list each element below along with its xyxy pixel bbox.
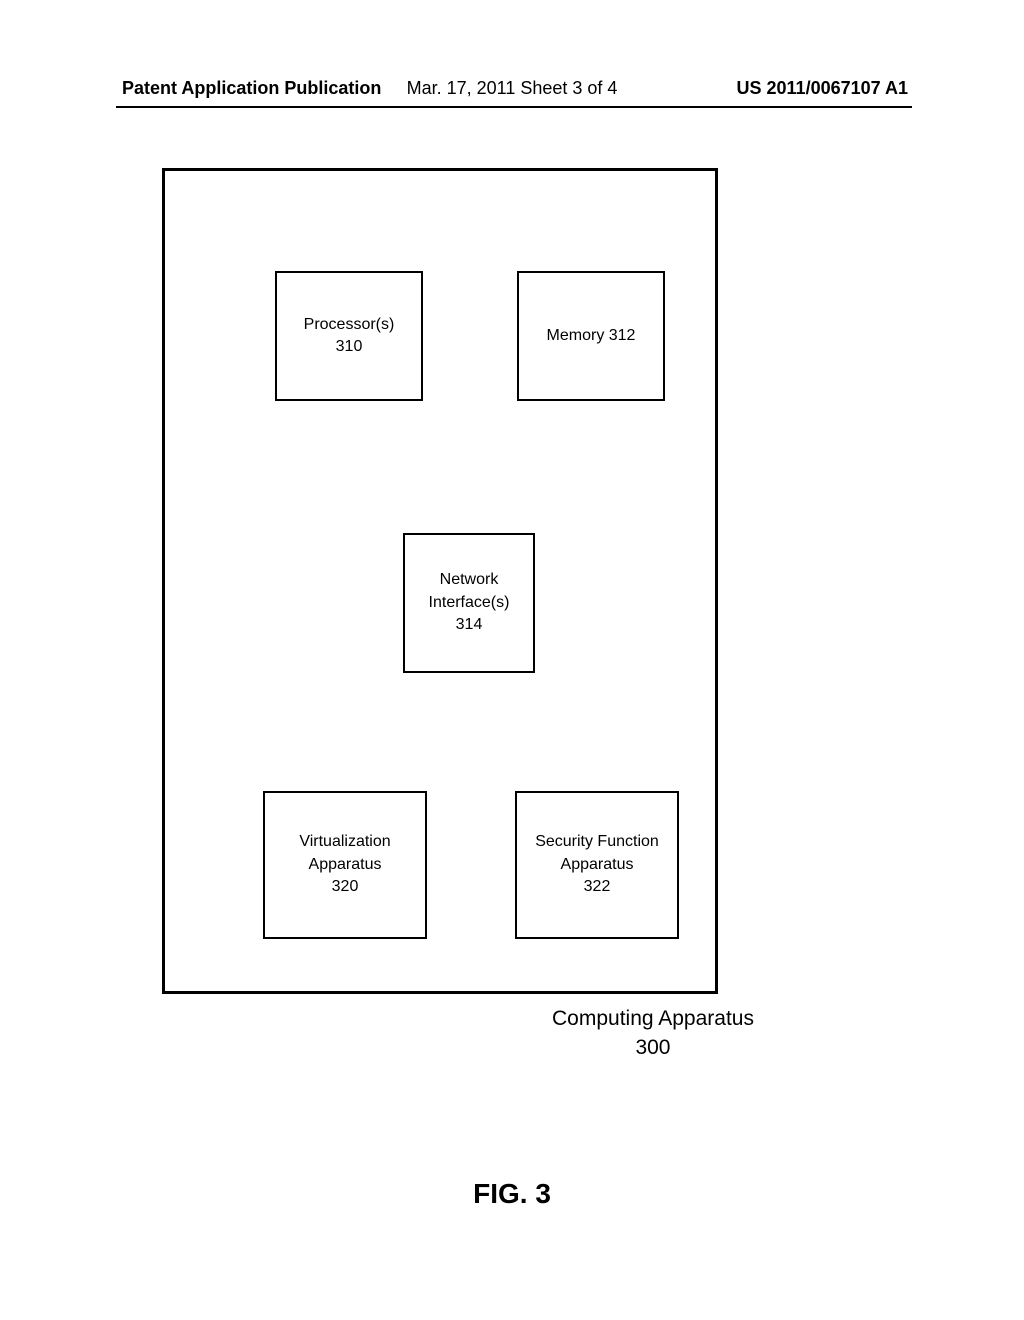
computing-apparatus-container: Processor(s) 310 Memory 312 Network Inte… — [162, 168, 718, 994]
header-date-sheet: Mar. 17, 2011 Sheet 3 of 4 — [407, 78, 618, 99]
virtualization-ref: 320 — [332, 876, 359, 898]
security-line2: Apparatus — [561, 854, 634, 876]
figure-label: FIG. 3 — [473, 1178, 551, 1210]
memory-block: Memory 312 — [517, 271, 665, 401]
apparatus-title: Computing Apparatus — [552, 1004, 754, 1033]
memory-title: Memory 312 — [547, 325, 636, 347]
virtualization-line2: Apparatus — [309, 854, 382, 876]
computing-apparatus-label: Computing Apparatus 300 — [552, 1004, 754, 1063]
header-divider — [116, 106, 912, 108]
network-ref: 314 — [456, 614, 483, 636]
processor-ref: 310 — [336, 336, 363, 358]
network-line1: Network — [440, 569, 499, 591]
network-line2: Interface(s) — [429, 592, 510, 614]
processor-title: Processor(s) — [304, 314, 395, 336]
security-ref: 322 — [584, 876, 611, 898]
virtualization-line1: Virtualization — [299, 831, 390, 853]
header-publication-number: US 2011/0067107 A1 — [737, 78, 908, 99]
processor-block: Processor(s) 310 — [275, 271, 423, 401]
apparatus-ref: 300 — [552, 1033, 754, 1062]
page-header: Patent Application Publication Mar. 17, … — [0, 78, 1024, 99]
virtualization-apparatus-block: Virtualization Apparatus 320 — [263, 791, 427, 939]
security-function-apparatus-block: Security Function Apparatus 322 — [515, 791, 679, 939]
network-interface-block: Network Interface(s) 314 — [403, 533, 535, 673]
security-line1: Security Function — [535, 831, 659, 853]
header-publication-label: Patent Application Publication — [122, 78, 381, 99]
